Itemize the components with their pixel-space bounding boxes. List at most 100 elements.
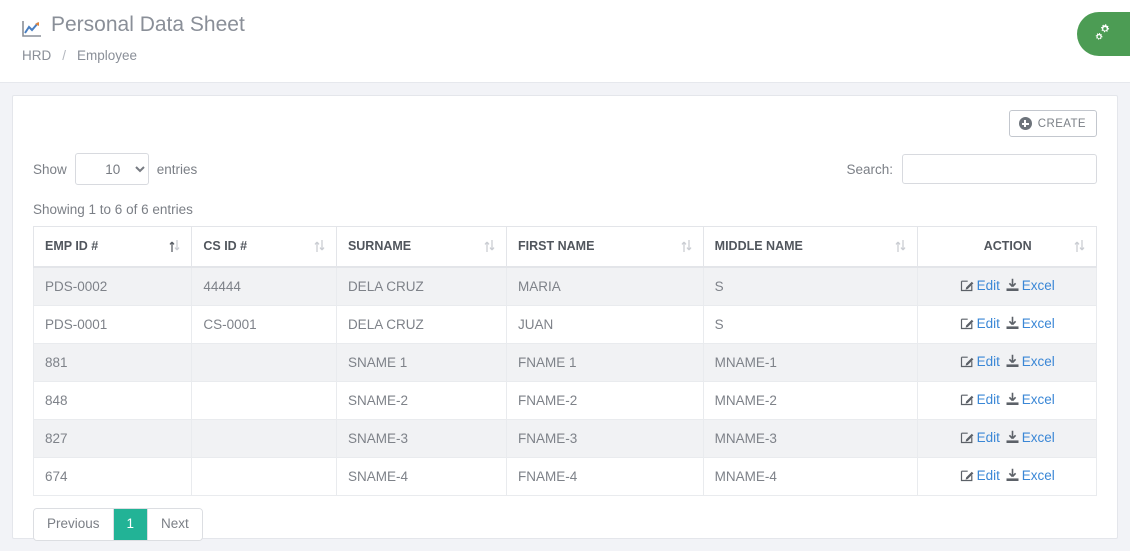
table-body: PDS-0002 44444 DELA CRUZ MARIA S Edit Excel PD… (32, 266, 1097, 496)
length-prefix-label: Show (33, 161, 67, 177)
pagination-previous-button[interactable]: Previous (34, 508, 114, 540)
edit-link[interactable]: Edit (960, 468, 1000, 483)
table-row: 848 SNAME-2 FNAME-2 MNAME-2 Edit Excel (32, 380, 1097, 420)
page-title-text: Personal Data Sheet (51, 13, 245, 36)
pagination-page-1[interactable]: 1 (113, 508, 149, 540)
create-button-label: CREATE (1037, 117, 1086, 130)
create-button[interactable]: CREATE (1008, 110, 1097, 137)
download-icon (1006, 468, 1019, 485)
breadcrumb-separator: / (62, 48, 67, 63)
pencil-square-icon (960, 468, 974, 485)
cell-first-name: MARIA (506, 266, 704, 306)
column-header-emp-id[interactable]: EMP ID # (32, 226, 193, 268)
column-header-surname[interactable]: SURNAME (335, 226, 508, 268)
cell-emp-id: 848 (32, 380, 193, 420)
cell-action: Edit Excel (917, 380, 1097, 420)
settings-fab-button[interactable] (1077, 12, 1130, 56)
edit-link[interactable]: Edit (960, 430, 1000, 445)
cell-cs-id (191, 380, 337, 420)
table-row: 674 SNAME-4 FNAME-4 MNAME-4 Edit Excel (32, 456, 1097, 496)
cell-surname: SNAME 1 (335, 342, 508, 382)
sort-indicator-icon (314, 240, 325, 253)
entries-per-page-select[interactable]: 102550100 (74, 153, 149, 185)
download-icon (1006, 430, 1019, 447)
cell-middle-name: MNAME-4 (702, 456, 919, 496)
table-row: PDS-0001 CS-0001 DELA CRUZ JUAN S Edit Excel (32, 304, 1097, 344)
cell-middle-name: S (702, 304, 919, 344)
column-header-label: ACTION (983, 239, 1032, 254)
excel-link-label: Excel (1021, 467, 1055, 483)
cell-action: Edit Excel (917, 342, 1097, 382)
cell-emp-id: 674 (32, 456, 193, 496)
line-chart-icon (22, 17, 42, 37)
cell-surname: DELA CRUZ (335, 304, 508, 344)
sort-indicator-icon (681, 240, 692, 253)
pagination-next-button[interactable]: Next (148, 508, 202, 540)
cell-surname: DELA CRUZ (335, 266, 508, 306)
cell-surname: SNAME-3 (335, 418, 508, 458)
datatable-length: Show 102550100 entries (33, 153, 197, 185)
cell-action: Edit Excel (917, 456, 1097, 496)
excel-link-label: Excel (1021, 391, 1055, 407)
download-icon (1006, 354, 1019, 371)
download-icon (1006, 392, 1019, 409)
column-header-label: EMP ID # (45, 239, 99, 254)
table-header-row: EMP ID # CS ID # SURNAME FIRST NAME MIDDLE N… (32, 226, 1097, 268)
excel-link[interactable]: Excel (1006, 354, 1055, 369)
column-header-cs-id[interactable]: CS ID # (191, 226, 337, 268)
column-header-label: FIRST NAME (518, 239, 595, 254)
excel-link-label: Excel (1021, 315, 1055, 331)
column-header-first-name[interactable]: FIRST NAME (506, 226, 704, 268)
edit-link[interactable]: Edit (960, 354, 1000, 369)
breadcrumb-item-hrd[interactable]: HRD (22, 48, 51, 63)
cell-action: Edit Excel (917, 266, 1097, 306)
pencil-square-icon (960, 278, 974, 295)
plus-circle-icon (1018, 117, 1032, 130)
cell-middle-name: MNAME-1 (702, 342, 919, 382)
breadcrumb-item-employee: Employee (77, 48, 138, 63)
page-header: Personal Data Sheet HRD / Employee (0, 0, 1130, 83)
gears-icon (1093, 23, 1115, 46)
download-icon (1006, 278, 1019, 295)
card-toolbar: CREATE (33, 110, 1097, 147)
cell-middle-name: MNAME-3 (702, 418, 919, 458)
column-header-middle-name[interactable]: MIDDLE NAME (702, 226, 919, 268)
edit-link-label: Edit (976, 429, 1000, 445)
download-icon (1006, 316, 1019, 333)
cell-first-name: FNAME-3 (506, 418, 704, 458)
cell-cs-id (191, 456, 337, 496)
table-head: EMP ID # CS ID # SURNAME FIRST NAME MIDDLE N… (32, 226, 1097, 268)
search-input[interactable] (902, 154, 1097, 184)
edit-link[interactable]: Edit (960, 278, 1000, 293)
cell-cs-id: 44444 (191, 266, 337, 306)
cell-emp-id: 827 (32, 418, 193, 458)
excel-link[interactable]: Excel (1006, 278, 1055, 293)
pencil-square-icon (960, 430, 974, 447)
cell-action: Edit Excel (917, 304, 1097, 344)
column-header-label: MIDDLE NAME (714, 239, 803, 254)
excel-link-label: Excel (1021, 429, 1055, 445)
excel-link[interactable]: Excel (1006, 316, 1055, 331)
cell-middle-name: MNAME-2 (702, 380, 919, 420)
excel-link[interactable]: Excel (1006, 392, 1055, 407)
column-header-label: CS ID # (203, 239, 248, 254)
edit-link-label: Edit (976, 467, 1000, 483)
table-row: PDS-0002 44444 DELA CRUZ MARIA S Edit Excel (32, 266, 1097, 306)
cell-middle-name: S (702, 266, 919, 306)
sort-indicator-icon (169, 240, 180, 253)
column-header-label: SURNAME (347, 239, 412, 254)
cell-first-name: FNAME-4 (506, 456, 704, 496)
cell-first-name: JUAN (506, 304, 704, 344)
edit-link[interactable]: Edit (960, 392, 1000, 407)
datatable-controls: Show 102550100 entries Search: (33, 153, 1097, 185)
cell-cs-id (191, 342, 337, 382)
edit-link[interactable]: Edit (960, 316, 1000, 331)
pencil-square-icon (960, 354, 974, 371)
column-header-action[interactable]: ACTION (917, 226, 1097, 268)
sort-indicator-icon (895, 240, 906, 253)
excel-link[interactable]: Excel (1006, 468, 1055, 483)
search-label: Search: (846, 161, 893, 177)
excel-link[interactable]: Excel (1006, 430, 1055, 445)
excel-link-label: Excel (1021, 353, 1055, 369)
cell-surname: SNAME-4 (335, 456, 508, 496)
